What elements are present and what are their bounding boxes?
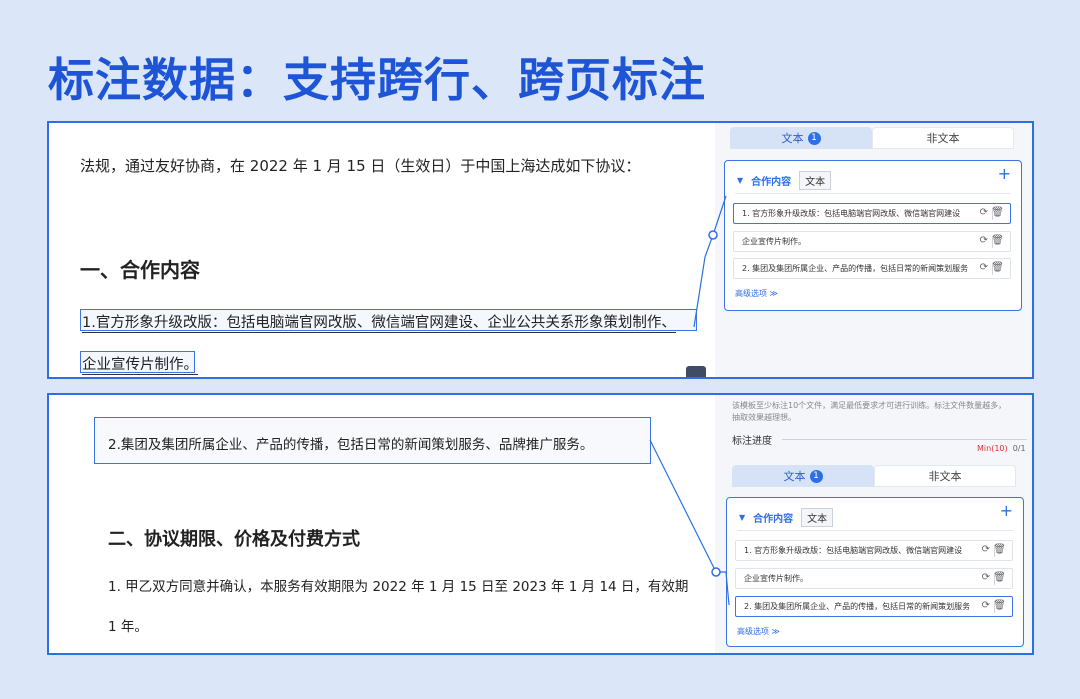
field-title: 合作内容: [751, 177, 792, 188]
tab-count-badge: 1: [807, 131, 821, 145]
annotation-sidebar: 该模板至少标注10个文件，满足最低要求才可进行训练。标注文件数量越多， 抽取效果…: [715, 395, 1032, 653]
refresh-icon[interactable]: ⟳: [982, 544, 990, 555]
add-icon[interactable]: +: [1000, 503, 1013, 519]
tab-text[interactable]: 文本 1: [730, 127, 872, 149]
document-view: 2.集团及集团所属企业、产品的传播，包括日常的新闻策划服务、品牌推广服务。 二、…: [49, 395, 717, 653]
doc-selected-line1[interactable]: 1.官方形象升级改版：包括电脑端官网改版、微信端官网建设、企业公共关系形象策划制…: [82, 311, 676, 333]
doc-paragraph-line1: 1. 甲乙双方同意并确认，本服务有效期限为 2022 年 1 月 15 日至 2…: [108, 579, 689, 595]
delete-icon[interactable]: 🗑: [991, 262, 1004, 273]
refresh-icon[interactable]: ⟳: [982, 572, 990, 583]
delete-icon[interactable]: 🗑: [993, 544, 1006, 555]
refresh-icon[interactable]: ⟳: [980, 235, 988, 246]
advanced-options-link[interactable]: 高级选项 ≫: [737, 626, 780, 637]
annotation-row[interactable]: 2. 集团及集团所属企业、产品的传播，包括日常的新闻策划服务 ⟳ 🗑: [735, 596, 1013, 617]
page-title: 标注数据：支持跨行、跨页标注: [48, 53, 706, 107]
annotation-row[interactable]: 企业宣传片制作。 ⟳ 🗑: [735, 568, 1013, 589]
tab-nontext[interactable]: 非文本: [874, 465, 1016, 487]
delete-icon[interactable]: 🗑: [993, 572, 1006, 583]
field-type-tag: 文本: [799, 171, 832, 190]
notice-text-2: 抽取效果越理想。: [732, 413, 796, 422]
annotation-row[interactable]: 企业宣传片制作。 ⟳ 🗑: [733, 231, 1011, 252]
doc-section-heading: 二、协议期限、价格及付费方式: [108, 529, 360, 550]
annotation-sidebar: 文本 1 非文本 ▼ 合作内容 文本 + 1. 官方形象升级改版：包括电脑端官网改…: [715, 123, 1032, 377]
refresh-icon[interactable]: ⟳: [980, 262, 988, 273]
delete-icon[interactable]: 🗑: [993, 600, 1006, 611]
progress-readout: Min(10) 0/1: [977, 444, 1026, 453]
notice-text-1: 该模板至少标注10个文件，满足最低要求才可进行训练。标注文件数量越多，: [732, 401, 1007, 410]
annotation-panel-cross-page: 2.集团及集团所属企业、产品的传播，包括日常的新闻策划服务、品牌推广服务。 二、…: [47, 393, 1034, 655]
annotation-row[interactable]: 1. 官方形象升级改版：包括电脑端官网改版、微信端官网建设 ⟳ 🗑: [735, 540, 1013, 561]
doc-paragraph-line2: 1 年。: [108, 619, 148, 635]
field-card: ▼ 合作内容 文本 + 1. 官方形象升级改版：包括电脑端官网改版、微信端官网建…: [726, 497, 1024, 647]
field-type-tag: 文本: [801, 508, 834, 527]
annotation-row[interactable]: 1. 官方形象升级改版：包括电脑端官网改版、微信端官网建设 ⟳ 🗑: [733, 203, 1011, 224]
annotation-row[interactable]: 2. 集团及集团所属企业、产品的传播，包括日常的新闻策划服务 ⟳ 🗑: [733, 258, 1011, 279]
progress-label: 标注进度: [732, 436, 772, 447]
delete-icon[interactable]: 🗑: [991, 207, 1004, 218]
doc-section-heading: 一、合作内容: [80, 258, 200, 282]
field-card: ▼ 合作内容 文本 + 1. 官方形象升级改版：包括电脑端官网改版、微信端官网建…: [724, 160, 1022, 311]
advanced-options-link[interactable]: 高级选项 ≫: [735, 288, 778, 299]
doc-selected-line2[interactable]: 企业宣传片制作。: [82, 353, 198, 375]
field-title: 合作内容: [753, 514, 794, 525]
delete-icon[interactable]: 🗑: [991, 235, 1004, 246]
annotation-panel-cross-line: 法规，通过友好协商，在 2022 年 1 月 15 日（生效日）于中国上海达成如…: [47, 121, 1034, 379]
scroll-handle[interactable]: [686, 366, 706, 377]
document-view: 法规，通过友好协商，在 2022 年 1 月 15 日（生效日）于中国上海达成如…: [49, 123, 717, 377]
refresh-icon[interactable]: ⟳: [982, 600, 990, 611]
doc-intro-text: 法规，通过友好协商，在 2022 年 1 月 15 日（生效日）于中国上海达成如…: [80, 157, 641, 175]
tab-text[interactable]: 文本 1: [732, 465, 874, 487]
add-icon[interactable]: +: [998, 166, 1011, 182]
tab-count-badge: 1: [809, 469, 823, 483]
collapse-caret-icon[interactable]: ▼: [737, 176, 743, 185]
collapse-caret-icon[interactable]: ▼: [739, 513, 745, 522]
refresh-icon[interactable]: ⟳: [980, 207, 988, 218]
tab-nontext[interactable]: 非文本: [872, 127, 1014, 149]
doc-selected-line[interactable]: 2.集团及集团所属企业、产品的传播，包括日常的新闻策划服务、品牌推广服务。: [108, 433, 593, 453]
progress-track: [782, 439, 1027, 440]
